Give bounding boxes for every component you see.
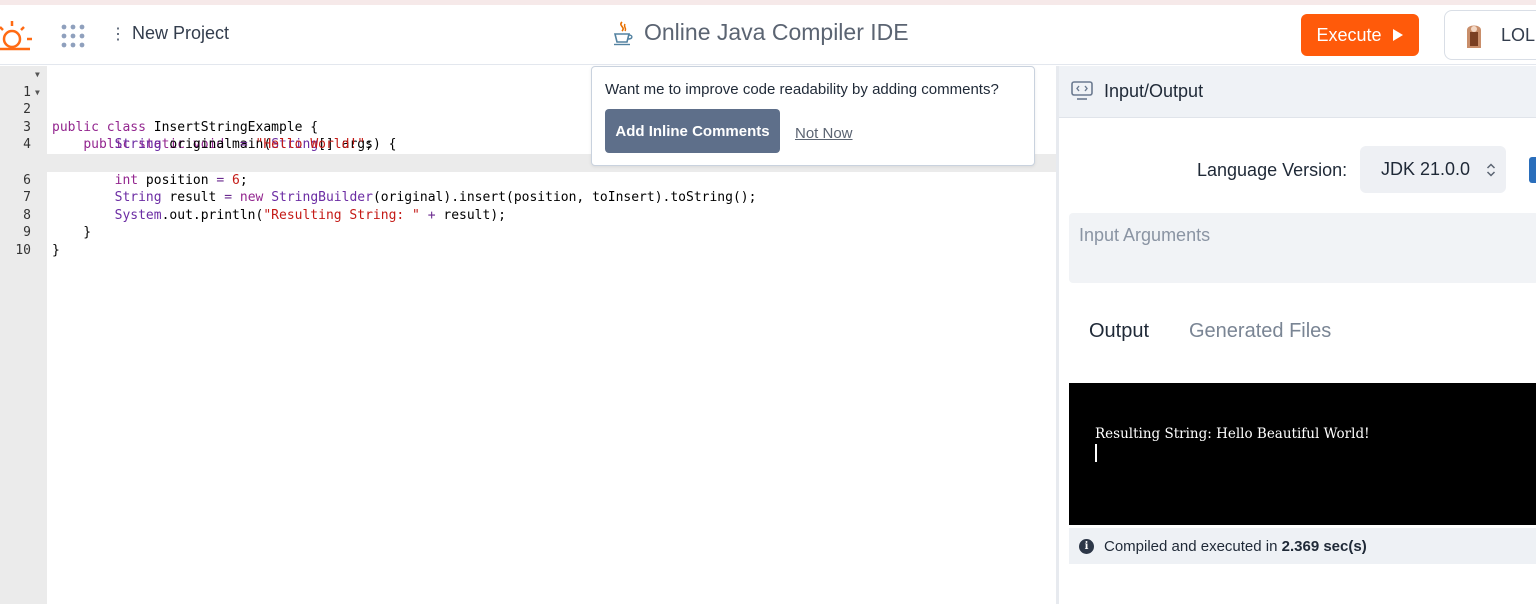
status-prefix: Compiled and executed in <box>1104 537 1278 555</box>
comment-suggestion-popup: Want me to improve code readability by a… <box>591 66 1035 166</box>
input-arguments-field[interactable]: Input Arguments <box>1069 213 1536 283</box>
kebab-menu-icon: ⋮ <box>110 25 126 43</box>
code-text: } <box>52 242 60 258</box>
console-output-text: Resulting String: Hello Beautiful World! <box>1095 426 1370 442</box>
app-header: ⋮ New Project Online Java Compiler IDE E… <box>0 5 1536 65</box>
monitor-code-icon <box>1071 81 1093 100</box>
chevron-updown-icon <box>1487 162 1496 177</box>
fold-arrow-icon[interactable]: ▼ <box>35 66 40 84</box>
tab-generated-files[interactable]: Generated Files <box>1189 320 1331 343</box>
user-name: LOL <box>1501 24 1536 45</box>
play-icon <box>1392 29 1403 41</box>
user-menu[interactable]: LOL <box>1444 10 1536 60</box>
new-project-label: New Project <box>132 23 230 43</box>
language-version-select[interactable]: JDK 21.0.0 <box>1360 146 1506 193</box>
code-line[interactable]: 7 System.out.println("Resulting String: … <box>0 172 1056 223</box>
settings-button-edge[interactable] <box>1529 157 1536 183</box>
not-now-link[interactable]: Not Now <box>795 125 853 142</box>
io-panel-header: Input/Output <box>1059 66 1536 118</box>
code-line[interactable]: 8 } <box>0 189 1056 241</box>
output-console[interactable]: Resulting String: Hello Beautiful World! <box>1069 383 1536 525</box>
io-panel-title: Input/Output <box>1104 81 1204 101</box>
new-project-button[interactable]: ⋮ New Project <box>110 23 229 44</box>
execute-button[interactable]: Execute <box>1301 14 1419 56</box>
java-cup-icon <box>613 20 633 45</box>
fold-arrow-icon[interactable]: ▼ <box>35 84 40 102</box>
status-text: Compiled and executed in 2.369 sec(s) <box>1104 538 1367 555</box>
execute-label: Execute <box>1316 24 1382 45</box>
add-inline-comments-button[interactable]: Add Inline Comments <box>605 109 780 153</box>
tab-output[interactable]: Output <box>1089 320 1149 343</box>
console-cursor <box>1095 444 1097 462</box>
page-title: Online Java Compiler IDE <box>612 19 909 46</box>
language-version-label: Language Version: <box>1197 160 1348 180</box>
info-icon: i <box>1079 538 1094 554</box>
avatar <box>1467 25 1481 48</box>
apps-grid-icon[interactable] <box>60 23 86 49</box>
sun-logo-icon[interactable] <box>0 17 34 53</box>
execution-status-bar: i Compiled and executed in 2.369 sec(s) <box>1069 528 1536 564</box>
page-title-text: Online Java Compiler IDE <box>644 19 909 45</box>
suggestion-question: Want me to improve code readability by a… <box>605 81 999 98</box>
language-version-value: JDK 21.0.0 <box>1381 159 1471 179</box>
code-line[interactable]: 10 <box>0 224 1056 258</box>
status-time: 2.369 sec(s) <box>1281 537 1367 555</box>
code-line[interactable]: 9 } <box>0 207 1056 258</box>
panel-resize-handle[interactable] <box>1056 66 1059 604</box>
line-number: 10 <box>15 242 31 258</box>
